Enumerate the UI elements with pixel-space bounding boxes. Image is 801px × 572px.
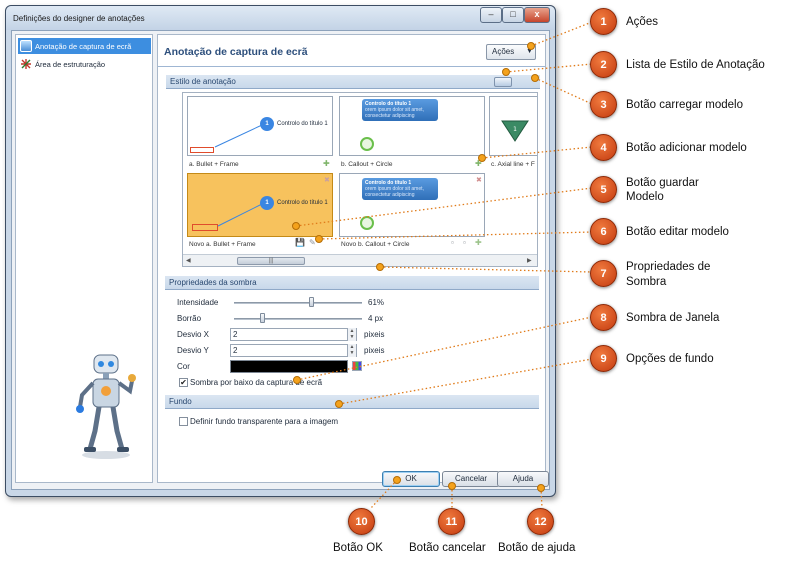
- callout-anchor-dot: [376, 263, 384, 271]
- callout-marker-10: 10: [348, 508, 375, 535]
- callout-anchor-dot: [335, 400, 343, 408]
- callout-marker-5: 5: [590, 176, 617, 203]
- callout-marker-9: 9: [590, 345, 617, 372]
- callout-anchor-dot: [293, 376, 301, 384]
- callout-label-7-line2: Sombra: [626, 276, 667, 288]
- callout-marker-3: 3: [590, 91, 617, 118]
- callout-label-10: Botão OK: [333, 542, 383, 554]
- callout-label-12: Botão de ajuda: [498, 542, 576, 554]
- callout-label-11: Botão cancelar: [409, 542, 486, 554]
- callout-anchor-dot: [531, 74, 539, 82]
- callout-marker-7: 7: [590, 260, 617, 287]
- callout-marker-12: 12: [527, 508, 554, 535]
- callout-anchor-dot: [315, 235, 323, 243]
- callout-label-1: Ações: [626, 16, 658, 28]
- callout-marker-1: 1: [590, 8, 617, 35]
- callout-label-8: Sombra de Janela: [626, 312, 720, 324]
- callout-anchor-dot: [527, 42, 535, 50]
- callout-leader-lines: [295, 21, 593, 509]
- callout-anchor-dot: [292, 222, 300, 230]
- callout-anchor-dot: [502, 68, 510, 76]
- callout-label-7-line1: Propriedades de: [626, 261, 711, 273]
- callout-marker-2: 2: [590, 51, 617, 78]
- callout-anchor-dot: [448, 482, 456, 490]
- callout-label-4: Botão adicionar modelo: [626, 142, 747, 154]
- callout-anchor-dot: [537, 484, 545, 492]
- callout-label-2: Lista de Estilo de Anotação: [626, 59, 765, 71]
- callout-label-9: Opções de fundo: [626, 353, 714, 365]
- callout-marker-8: 8: [590, 304, 617, 331]
- callout-marker-4: 4: [590, 134, 617, 161]
- callout-anchor-dot: [478, 154, 486, 162]
- callout-marker-11: 11: [438, 508, 465, 535]
- callout-label-5-line2: Modelo: [626, 191, 664, 203]
- callout-label-6: Botão editar modelo: [626, 226, 729, 238]
- callout-label-3: Botão carregar modelo: [626, 99, 743, 111]
- callout-anchor-dot: [393, 476, 401, 484]
- callout-label-5-line1: Botão guardar: [626, 177, 699, 189]
- callout-marker-6: 6: [590, 218, 617, 245]
